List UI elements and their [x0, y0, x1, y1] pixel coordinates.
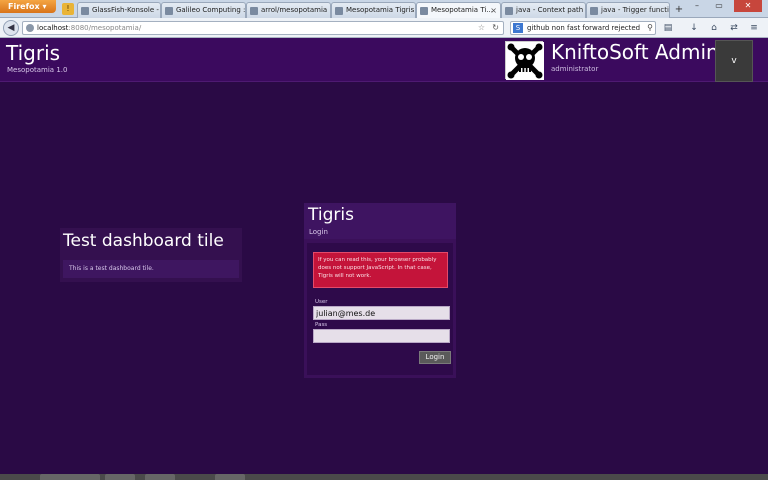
- new-tab-button[interactable]: +: [672, 3, 686, 17]
- tab-galileo[interactable]: Galileo Computing :...: [161, 2, 246, 18]
- download-icon[interactable]: ↓: [688, 22, 700, 34]
- tab-label: java - Context path ...: [516, 6, 586, 14]
- browser-nav-bar: ◀ localhost:8080/mesopotamia/ ☆ ↻ S gith…: [0, 18, 768, 38]
- tab-close-icon[interactable]: ×: [490, 3, 497, 18]
- app-header: Tigris Mesopotamia 1.0 KniftoSoft Admin …: [0, 38, 768, 82]
- search-value: github non fast forward rejected: [527, 24, 641, 32]
- tab-mesopotamia-tigris[interactable]: Mesopotamia Tigris: [331, 2, 416, 18]
- javascript-warning: If you can read this, your browser proba…: [313, 252, 448, 288]
- dashboard-tile-body: This is a test dashboard tile.: [63, 260, 239, 278]
- firefox-menu-label: Firefox: [8, 2, 40, 11]
- taskbar-item[interactable]: [105, 474, 135, 480]
- dashboard-tile-title: Test dashboard tile: [63, 231, 224, 251]
- warning-icon[interactable]: !: [62, 3, 74, 15]
- browser-tab-bar: Firefox ▾ ! GlassFish-Konsole - ... Gali…: [0, 0, 768, 18]
- app-title: Tigris: [6, 41, 61, 65]
- login-header: Tigris Login: [304, 203, 456, 239]
- tab-label: Mesopotamia Ti...: [431, 6, 493, 14]
- user-label: User: [315, 299, 328, 305]
- reload-icon[interactable]: ↻: [492, 22, 499, 34]
- tab-label: arrol/mesopotamia ...: [261, 6, 331, 14]
- firefox-menu-button[interactable]: Firefox ▾: [0, 0, 56, 13]
- admin-name: KniftoSoft Admin: [551, 40, 719, 64]
- url-path: :8080/mesopotamia/: [68, 24, 142, 32]
- glassfish-favicon-icon: [81, 7, 89, 15]
- tab-mesopotamia-active[interactable]: Mesopotamia Ti... ×: [416, 2, 501, 18]
- tab-glassfish[interactable]: GlassFish-Konsole - ...: [77, 2, 161, 18]
- admin-role: administrator: [551, 65, 599, 73]
- page-favicon-icon: [420, 7, 428, 15]
- search-engine-icon[interactable]: S: [513, 23, 523, 33]
- pass-label: Pass: [315, 322, 328, 328]
- search-bar[interactable]: S github non fast forward rejected ⚲: [510, 21, 656, 35]
- login-form: If you can read this, your browser proba…: [307, 243, 453, 375]
- url-host: localhost: [37, 24, 69, 32]
- taskbar-item[interactable]: [215, 474, 245, 480]
- pass-input[interactable]: [313, 329, 450, 343]
- stackoverflow-favicon-icon: [590, 7, 598, 15]
- page-favicon-icon: [335, 7, 343, 15]
- menu-icon[interactable]: ≡: [748, 22, 760, 34]
- star-icon[interactable]: ☆: [478, 22, 485, 34]
- app-subtitle: Mesopotamia 1.0: [7, 66, 68, 74]
- sync-icon[interactable]: ⇄: [728, 22, 740, 34]
- galileo-favicon-icon: [165, 7, 173, 15]
- url-bar[interactable]: localhost:8080/mesopotamia/ ☆ ↻: [22, 21, 504, 35]
- github-favicon-icon: [250, 7, 258, 15]
- tab-label: GlassFish-Konsole - ...: [92, 6, 161, 14]
- tab-github[interactable]: arrol/mesopotamia ...: [246, 2, 331, 18]
- user-menu-button[interactable]: v: [715, 40, 753, 82]
- taskbar-item[interactable]: [145, 474, 175, 480]
- search-icon[interactable]: ⚲: [647, 22, 653, 34]
- stackoverflow-favicon-icon: [505, 7, 513, 15]
- close-window-icon[interactable]: ✕: [734, 0, 762, 12]
- tab-label: Galileo Computing :...: [176, 6, 246, 14]
- globe-icon: [26, 24, 34, 32]
- login-subtitle: Login: [309, 228, 328, 236]
- skull-crossbones-logo-icon: [505, 41, 544, 80]
- home-icon[interactable]: ⌂: [708, 22, 720, 34]
- login-button[interactable]: Login: [419, 351, 451, 364]
- user-input[interactable]: [313, 306, 450, 320]
- bookmarks-icon[interactable]: ▤: [662, 22, 674, 34]
- minimize-icon[interactable]: –: [686, 0, 708, 12]
- back-icon[interactable]: ◀: [3, 20, 19, 36]
- dashboard-tile: Test dashboard tile This is a test dashb…: [60, 228, 242, 282]
- maximize-icon[interactable]: ▭: [708, 0, 730, 12]
- tab-java-trigger[interactable]: java - Trigger functi...: [586, 2, 670, 18]
- tab-java-context[interactable]: java - Context path ...: [501, 2, 586, 18]
- os-taskbar: [0, 474, 768, 480]
- login-panel: Tigris Login If you can read this, your …: [304, 203, 456, 378]
- tab-label: java - Trigger functi...: [601, 6, 670, 14]
- tab-label: Mesopotamia Tigris: [346, 6, 415, 14]
- login-title: Tigris: [308, 205, 354, 225]
- taskbar-item[interactable]: [40, 474, 100, 480]
